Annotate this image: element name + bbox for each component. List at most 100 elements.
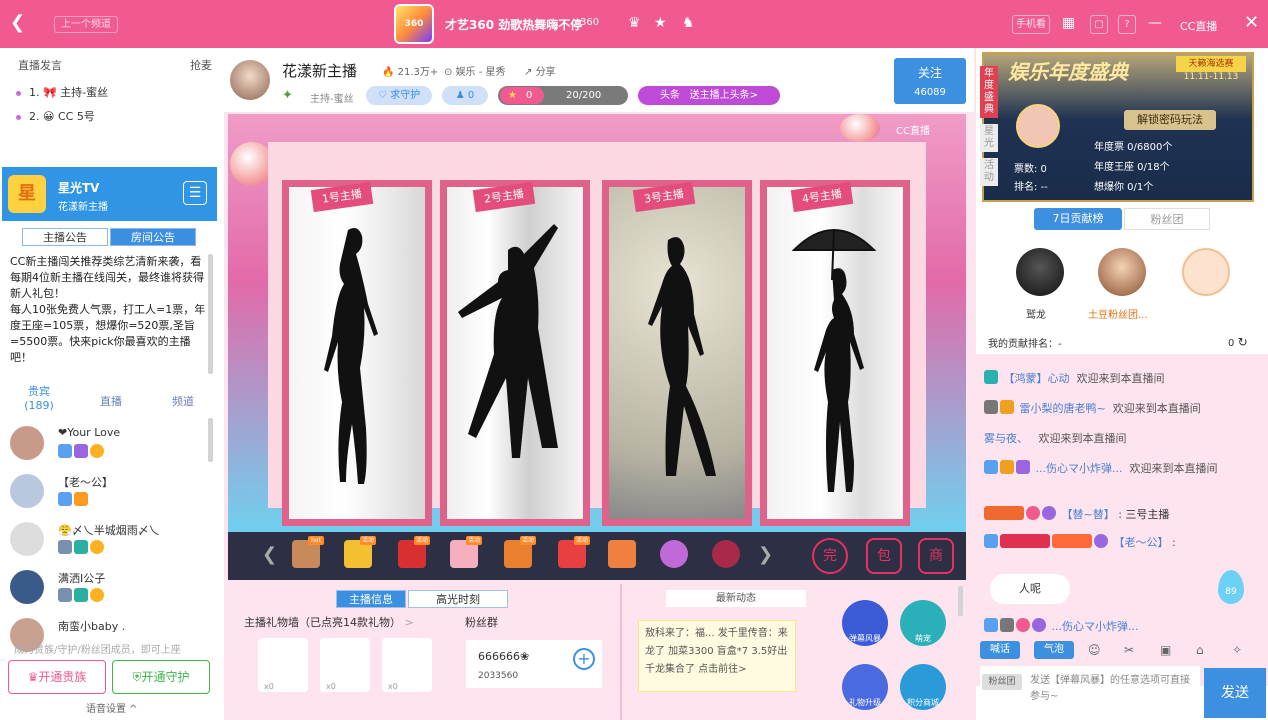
- news-box[interactable]: 敖科来了：福... 发千里传音：来龙了 加菜3300 盲盒*7 3.5好出 千龙…: [638, 620, 796, 692]
- gift-item[interactable]: hot: [290, 536, 324, 572]
- mic-queue-item[interactable]: 2. 😀 CC 5号: [16, 108, 95, 124]
- grid-icon[interactable]: ▦: [1062, 15, 1075, 31]
- tab-highlights[interactable]: 高光时刻: [408, 590, 508, 608]
- pin-icon[interactable]: ✧: [1232, 643, 1242, 657]
- package-icon[interactable]: 包: [866, 538, 902, 574]
- gift-item[interactable]: 活动: [396, 536, 430, 572]
- annual-gala-banner[interactable]: 年度盛典 星光 活动 娱乐年度盛典 天籁海选赛 11.11-11.13 解锁密码…: [980, 52, 1254, 202]
- chat-message[interactable]: 雷小梨的唐老鸭~ 欢迎来到本直播间: [984, 400, 1201, 416]
- mic-queue-item[interactable]: 1. 🎀 主持-蜜丝: [16, 84, 108, 100]
- emoji-icon[interactable]: ☺: [1088, 643, 1101, 657]
- complete-icon[interactable]: 完: [812, 538, 848, 574]
- gift-item[interactable]: 活动: [502, 536, 536, 572]
- gift-item[interactable]: [658, 538, 690, 572]
- pet-button[interactable]: 萌宠: [900, 600, 946, 646]
- gift-wall-slot[interactable]: x0: [382, 638, 432, 692]
- headline-pill[interactable]: 头条 送主播上头条>: [638, 86, 780, 105]
- guest-row[interactable]: 南蛮小baby .: [10, 616, 210, 664]
- gift-next-icon[interactable]: ❯: [758, 544, 773, 565]
- tab-7day-rank[interactable]: 7日贡献榜: [1034, 208, 1122, 230]
- avatar: [10, 426, 44, 460]
- fans-pill[interactable]: ♟ 0: [442, 86, 488, 105]
- video-stage[interactable]: CC直播 1号主播 2号主播 3号主播 4号主播: [228, 114, 966, 532]
- gift-prev-icon[interactable]: ❮: [262, 544, 277, 565]
- open-guard-button[interactable]: ⛨开通守护: [112, 660, 210, 694]
- people-icon[interactable]: ♞: [682, 15, 695, 31]
- scissors-icon[interactable]: ✂: [1124, 643, 1134, 657]
- prev-channel-button[interactable]: 上一个频道: [54, 16, 118, 33]
- notice-scrollbar[interactable]: [208, 254, 213, 374]
- chat-message[interactable]: 【老～公】 :: [984, 534, 1176, 550]
- menu-icon[interactable]: ☰: [183, 181, 207, 205]
- follow-button[interactable]: 关注 46089: [894, 58, 966, 104]
- voice-settings[interactable]: 语音设置 ^: [86, 700, 138, 715]
- anchor-1-frame[interactable]: [282, 180, 432, 526]
- trophy-icon[interactable]: ♛: [628, 15, 641, 31]
- chat-input[interactable]: 粉丝团 发送【弹幕风暴】的任意选项可直接参与~: [980, 666, 1200, 716]
- anchor-avatar[interactable]: [230, 60, 270, 100]
- side-tab-activity[interactable]: 活动: [980, 158, 998, 186]
- guest-row[interactable]: 满洒Ⅰ公子: [10, 568, 210, 616]
- panel-scrollbar[interactable]: [958, 586, 963, 616]
- tab-anchor-info[interactable]: 主播信息: [336, 590, 406, 608]
- anchor-name: 花漾新主播: [282, 62, 358, 80]
- minimize-icon[interactable]: —: [1148, 15, 1162, 31]
- guest-scrollbar[interactable]: [208, 418, 213, 462]
- gift-item[interactable]: [710, 538, 742, 572]
- share-button[interactable]: ↗ 分享: [524, 63, 556, 78]
- guest-row[interactable]: 😤〆乀半城烟雨〆乀: [10, 520, 210, 568]
- lock-icon[interactable]: ⌂: [1196, 643, 1204, 657]
- anchor-2-frame[interactable]: [440, 180, 590, 526]
- help-icon[interactable]: ?: [1118, 15, 1136, 34]
- chat-message[interactable]: 雾与夜、 欢迎来到本直播间: [984, 430, 1127, 446]
- gift-item[interactable]: 活动: [342, 536, 376, 572]
- anchor-3-frame[interactable]: [602, 180, 752, 526]
- bubble-chip[interactable]: 气泡: [1034, 641, 1074, 659]
- chat-message[interactable]: ...伤心マ小炸弹...: [984, 618, 1138, 634]
- gift-item[interactable]: 活动: [556, 536, 590, 572]
- silhouette-3: [648, 237, 716, 476]
- back-icon[interactable]: ❮: [10, 12, 25, 33]
- rank-3-avatar[interactable]: [1182, 248, 1230, 296]
- mobile-watch-button[interactable]: 手机看: [1012, 15, 1050, 34]
- open-noble-button[interactable]: ♛开通贵族: [8, 660, 106, 694]
- points-mall-button[interactable]: 积分商城: [900, 664, 946, 710]
- star-icon[interactable]: ★: [654, 15, 667, 31]
- guest-row[interactable]: ❤Your Love: [10, 424, 210, 472]
- close-icon[interactable]: ✕: [1244, 12, 1259, 33]
- tab-live[interactable]: 直播: [76, 393, 146, 409]
- channel-card[interactable]: 星 星光TV 花漾新主播 ☰: [2, 167, 217, 221]
- guest-row[interactable]: 【老～公】: [10, 472, 210, 520]
- gift-wall-slot[interactable]: x0: [320, 638, 370, 692]
- guard-pill[interactable]: ♡ 求守护: [366, 86, 432, 105]
- side-tab-star[interactable]: 星光: [980, 124, 998, 152]
- gift-item[interactable]: 活动: [448, 536, 482, 572]
- gift-upgrade-button[interactable]: 礼物升级: [842, 664, 888, 710]
- drop-icon[interactable]: 89: [1218, 570, 1244, 604]
- chat-message[interactable]: ...伤心マ小炸弹... 欢迎来到本直播间: [984, 460, 1217, 476]
- shout-chip[interactable]: 喊话: [980, 641, 1020, 659]
- tab-fan-club[interactable]: 粉丝团: [1124, 208, 1210, 230]
- anchor-4-frame[interactable]: [760, 180, 910, 526]
- tab-room-notice[interactable]: 房间公告: [110, 228, 196, 246]
- chat-message[interactable]: 【替~替】 : 三号主播: [984, 506, 1169, 522]
- chat-message[interactable]: 【鸿蒙】心动 欢迎来到本直播间: [984, 370, 1165, 386]
- rank-1-avatar[interactable]: [1016, 248, 1064, 296]
- shop-icon[interactable]: 商: [918, 538, 954, 574]
- category-link[interactable]: ⊙ 娱乐 - 星秀: [444, 63, 506, 78]
- tab-channel[interactable]: 频道: [148, 393, 218, 409]
- add-icon[interactable]: +: [573, 648, 595, 670]
- grab-mic-button[interactable]: 抢麦: [190, 57, 212, 73]
- gift-wall-slot[interactable]: x0: [258, 638, 308, 692]
- rank-2-avatar[interactable]: [1098, 248, 1146, 296]
- send-button[interactable]: 发送: [1204, 668, 1266, 718]
- danmu-storm-button[interactable]: 弹幕风暴: [842, 600, 888, 646]
- gift-item[interactable]: [606, 538, 638, 572]
- side-tab-gala[interactable]: 年度盛典: [980, 66, 998, 118]
- tab-guests[interactable]: 贵宾 (189): [4, 383, 74, 412]
- window-icon[interactable]: ▢: [1090, 15, 1108, 34]
- tab-host-notice[interactable]: 主播公告: [22, 228, 108, 246]
- image-icon[interactable]: ▣: [1160, 643, 1171, 657]
- unlock-button[interactable]: 解锁密码玩法: [1124, 110, 1216, 130]
- fan-club-badge[interactable]: 粉丝团: [982, 674, 1022, 690]
